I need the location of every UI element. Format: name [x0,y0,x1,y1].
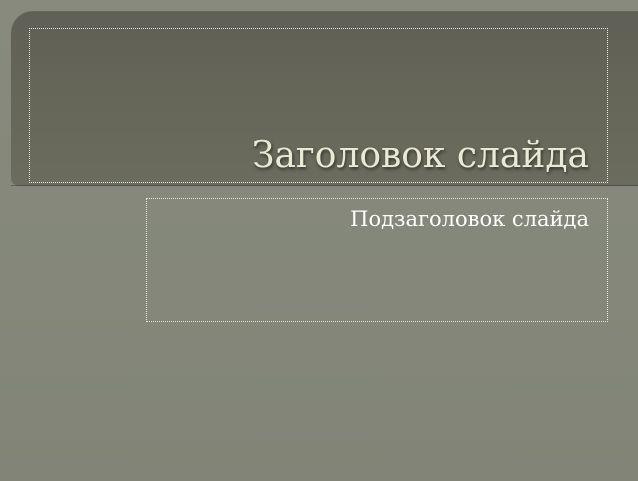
slide-canvas[interactable]: Заголовок слайда Подзаголовок слайда [0,0,638,481]
title-placeholder[interactable]: Заголовок слайда [29,28,608,183]
slide-title[interactable]: Заголовок слайда [252,136,589,176]
slide-subtitle[interactable]: Подзаголовок слайда [350,207,589,232]
subtitle-placeholder[interactable]: Подзаголовок слайда [146,198,608,322]
